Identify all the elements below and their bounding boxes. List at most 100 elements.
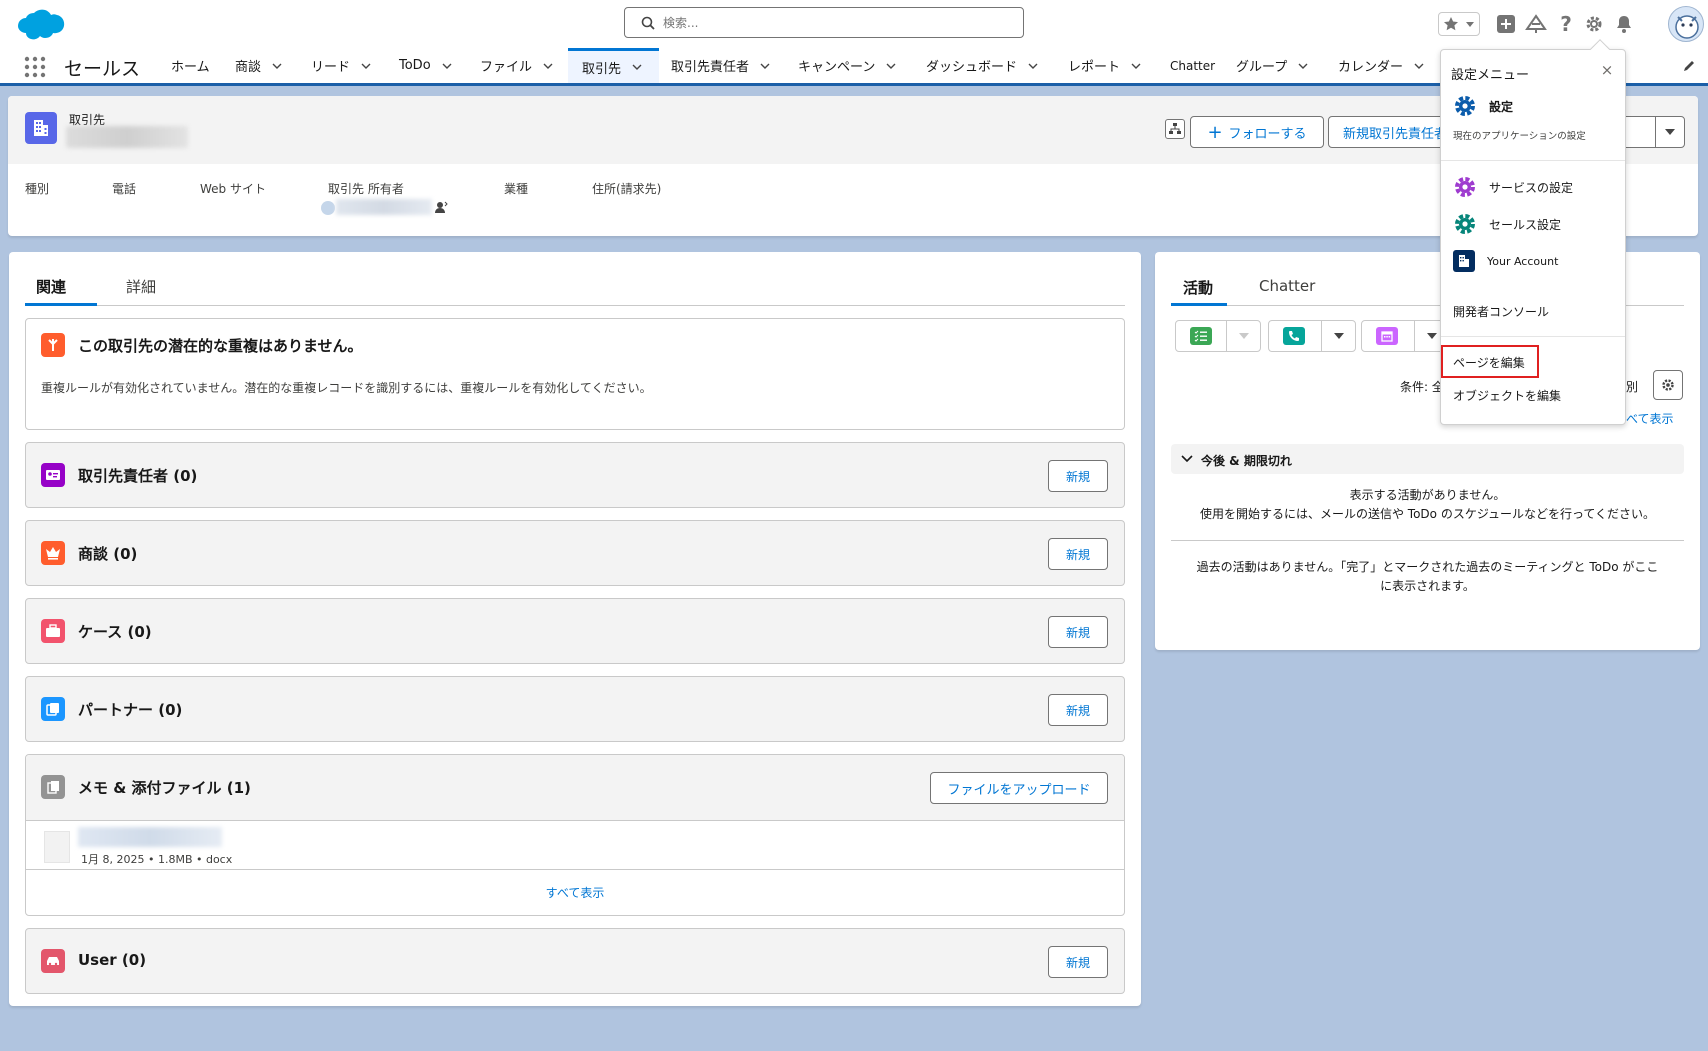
sales-setup-gear-icon [1455,214,1475,234]
nav-item-label: カレンダー [1338,60,1404,75]
divider [1171,540,1684,541]
chevron-down-icon[interactable] [542,60,554,72]
field-label-website: Web サイト [200,182,266,196]
related-list-title[interactable]: User (0) [78,951,146,969]
nav-item-opportunities[interactable]: 商談 [227,48,283,83]
setup-menu-item-edit-page[interactable]: ページを編集 [1453,354,1525,371]
chevron-down-icon[interactable] [631,61,643,73]
nav-item-label: ダッシュボード [926,60,1018,75]
change-owner-icon[interactable] [434,200,448,214]
help-icon[interactable]: ? [1554,12,1578,36]
follow-button[interactable]: + フォローする [1190,116,1324,148]
new-opportunity-button[interactable]: 新規 [1048,538,1108,570]
activity-filter-settings[interactable] [1653,370,1683,400]
file-thumbnail[interactable] [44,831,70,863]
setup-menu-item-setup[interactable]: 設定 [1453,94,1513,118]
nav-item-chatter[interactable]: Chatter [1162,48,1215,83]
owner-name-redacted[interactable] [336,199,432,215]
nav-item-campaigns[interactable]: キャンペーン [790,48,897,83]
notes-view-all-link[interactable]: すべて表示 [26,869,1124,915]
file-name-redacted[interactable] [78,827,222,847]
star-icon [1444,17,1458,31]
nav-item-contacts[interactable]: 取引先責任者 [663,48,771,83]
related-list-cases: ケース (0) 新規 [25,598,1125,664]
nav-item-files[interactable]: ファイル [472,48,554,83]
related-list-title[interactable]: パートナー (0) [78,699,182,720]
nav-item-leads[interactable]: リード [303,48,372,83]
nav-item-reports[interactable]: レポート [1060,48,1142,83]
trailhead-icon[interactable] [1524,12,1548,36]
salesforce-logo[interactable] [10,4,70,44]
chevron-down-icon[interactable] [1297,60,1309,72]
partner-icon [41,697,65,721]
nav-item-label: ホーム [171,60,210,75]
tab-details[interactable]: 詳細 [126,276,156,297]
app-launcher-icon[interactable] [24,56,46,78]
new-user-button[interactable]: 新規 [1048,946,1108,978]
new-event-button[interactable] [1361,320,1449,352]
related-list-title[interactable]: メモ & 添付ファイル (1) [78,777,251,798]
notification-bell-icon[interactable] [1612,12,1636,36]
chevron-down-icon[interactable] [1027,60,1039,72]
setup-menu-item-sales-setup[interactable]: セールス設定 [1453,212,1561,236]
new-contact-button-label: 新規取引先責任者 [1343,126,1448,142]
nav-item-groups[interactable]: グループ [1228,48,1309,83]
chevron-down-icon[interactable] [271,60,283,72]
user-avatar[interactable] [1668,6,1704,42]
call-menu-dropdown[interactable] [1321,321,1355,351]
setup-menu-item-service-setup[interactable]: サービスの設定 [1453,175,1573,199]
divider [1441,336,1625,337]
global-search[interactable] [624,7,1024,38]
setup-menu-item-edit-object[interactable]: オブジェクトを編集 [1453,387,1561,404]
new-contact-button[interactable]: 新規取引先責任者 [1328,116,1450,148]
nav-item-accounts[interactable]: 取引先 [568,48,659,83]
related-list-title[interactable]: 商談 (0) [78,543,137,564]
search-input[interactable] [663,12,1013,33]
duplicate-check-card: この取引先の潜在的な重複はありません。 重複ルールが有効化されていません。潜在的… [25,318,1125,430]
edit-nav-pencil-icon[interactable] [1682,59,1696,73]
chevron-down-icon[interactable] [1130,60,1142,72]
related-list-title[interactable]: 取引先責任者 (0) [78,465,197,486]
task-menu-dropdown[interactable] [1226,321,1260,351]
chevron-down-icon[interactable] [885,60,897,72]
nav-item-label: レポート [1068,60,1121,75]
nav-item-tasks[interactable]: ToDo [391,48,453,83]
nav-item-label: 取引先責任者 [671,60,750,75]
nav-item-dashboards[interactable]: ダッシュボード [918,48,1039,83]
chevron-down-icon [1426,333,1437,339]
chevron-down-icon[interactable] [441,60,453,72]
owner-avatar[interactable] [321,201,335,215]
upcoming-overdue-section[interactable]: 今後 & 期限切れ [1171,444,1684,474]
chevron-down-icon[interactable] [759,60,771,72]
favorites-button[interactable] [1438,12,1480,36]
new-partner-button[interactable]: 新規 [1048,694,1108,726]
field-label-owner: 取引先 所有者 [328,182,404,196]
chevron-down-icon[interactable] [360,60,372,72]
new-contact-related-button[interactable]: 新規 [1048,460,1108,492]
activity-view-all-link[interactable]: べて表示 [1626,410,1674,427]
view-hierarchy-button[interactable] [1165,119,1185,139]
chevron-down-icon [1466,22,1474,27]
chevron-down-icon [1181,455,1193,463]
account-building-icon [1453,250,1475,272]
global-add-icon[interactable] [1494,12,1518,36]
chevron-down-icon[interactable] [1413,60,1425,72]
close-icon[interactable]: × [1599,62,1615,78]
more-actions-button[interactable] [1655,116,1685,148]
upload-files-button[interactable]: ファイルをアップロード [930,772,1108,804]
log-call-button[interactable] [1268,320,1356,352]
attachment-file-icon [41,775,65,799]
setup-menu-item-developer-console[interactable]: 開発者コンソール [1453,303,1549,320]
tab-related[interactable]: 関連 [36,276,66,297]
setup-menu-item-your-account[interactable]: Your Account [1453,250,1558,272]
tab-activity[interactable]: 活動 [1183,277,1213,298]
nav-item-home[interactable]: ホーム [163,48,210,83]
new-case-button[interactable]: 新規 [1048,616,1108,648]
gear-icon[interactable] [1582,12,1606,36]
new-task-button[interactable] [1175,320,1261,352]
related-list-title[interactable]: ケース (0) [78,621,152,642]
nav-item-calendar[interactable]: カレンダー [1330,48,1425,83]
nav-item-label: ToDo [399,58,431,73]
tab-chatter[interactable]: Chatter [1259,277,1315,295]
related-list-notes-attachments: メモ & 添付ファイル (1) ファイルをアップロード 1月 8, 2025 •… [25,754,1125,916]
